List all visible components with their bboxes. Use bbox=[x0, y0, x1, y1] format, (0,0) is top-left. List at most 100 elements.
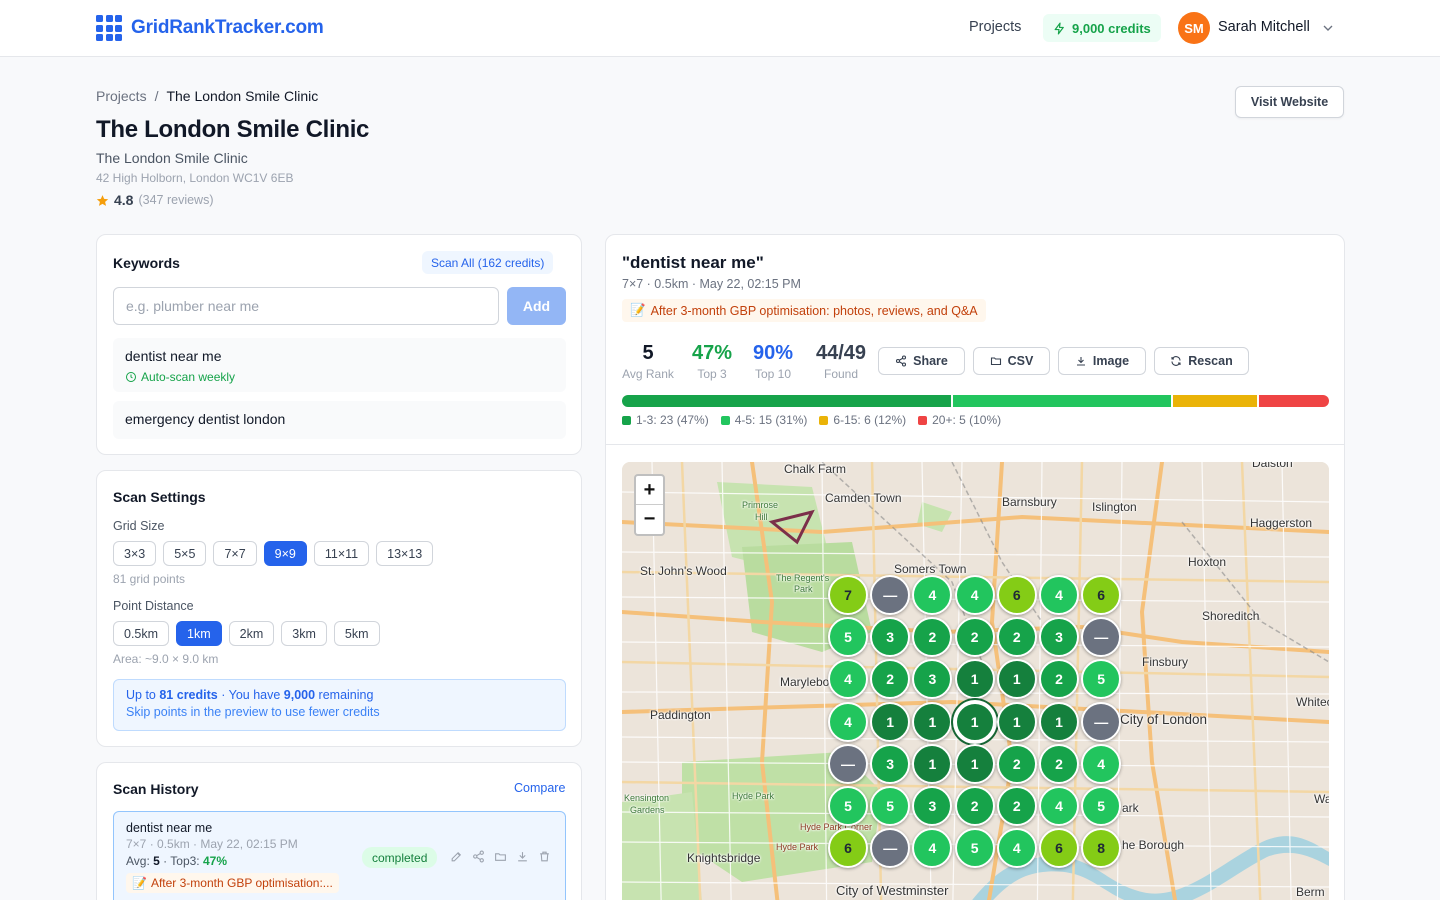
rank-pin[interactable]: 1 bbox=[996, 659, 1037, 700]
map-label: Haggerston bbox=[1250, 516, 1313, 530]
csv-button[interactable]: CSV bbox=[973, 347, 1050, 375]
keyword-item[interactable]: emergency dentist london bbox=[113, 401, 566, 439]
stat-value: 47% bbox=[691, 342, 733, 364]
grid-size-option[interactable]: 11×11 bbox=[313, 541, 370, 566]
chevron-down-icon[interactable] bbox=[1320, 20, 1336, 36]
grid-size-option[interactable]: 5×5 bbox=[163, 541, 207, 566]
keyword-input[interactable] bbox=[113, 287, 499, 325]
avatar[interactable]: SM bbox=[1178, 12, 1210, 44]
map-label: Knightsbridge bbox=[687, 851, 761, 865]
visit-website-button[interactable]: Visit Website bbox=[1235, 86, 1344, 118]
zoom-out-button[interactable]: − bbox=[636, 505, 663, 534]
distance-option[interactable]: 3km bbox=[281, 621, 327, 646]
rank-pin[interactable]: 6 bbox=[1081, 575, 1122, 615]
rank-pin[interactable]: 2 bbox=[954, 617, 995, 658]
rank-pin[interactable]: 2 bbox=[996, 786, 1037, 826]
nav-projects-link[interactable]: Projects bbox=[969, 19, 1021, 35]
legend-label: 20+: 5 (10%) bbox=[932, 413, 1002, 427]
history-item[interactable]: dentist near me 7×7 · 0.5km · May 22, 02… bbox=[113, 811, 566, 900]
grid-size-option-selected[interactable]: 9×9 bbox=[263, 541, 307, 566]
point-distance-label: Point Distance bbox=[113, 599, 194, 613]
rank-pin[interactable]: — bbox=[828, 743, 868, 784]
rank-pin[interactable]: 2 bbox=[954, 786, 995, 826]
map-label: Park bbox=[794, 584, 813, 594]
rank-pin[interactable]: 7 bbox=[828, 575, 868, 615]
credit-remaining: 9,000 bbox=[283, 688, 316, 702]
distance-option-selected[interactable]: 1km bbox=[176, 621, 222, 646]
rank-pin[interactable]: 1 bbox=[912, 701, 953, 742]
stat-label: Top 3 bbox=[697, 367, 727, 381]
breadcrumb-projects[interactable]: Projects bbox=[96, 88, 147, 104]
compare-link[interactable]: Compare bbox=[514, 781, 565, 795]
rank-pin[interactable]: 5 bbox=[828, 617, 868, 658]
rank-pin[interactable]: 1 bbox=[1039, 701, 1079, 742]
rank-pin[interactable]: 5 bbox=[1081, 786, 1122, 826]
download-icon[interactable] bbox=[516, 850, 530, 864]
map-label: City of London bbox=[1120, 712, 1208, 727]
brand-logo[interactable]: GridRankTracker.com bbox=[96, 15, 324, 41]
zoom-in-button[interactable]: + bbox=[636, 476, 663, 505]
stat-top10: 90% Top 10 bbox=[749, 341, 797, 381]
rank-pin[interactable]: — bbox=[1081, 701, 1122, 742]
stat-label: Avg Rank bbox=[622, 367, 674, 381]
distance-option[interactable]: 2km bbox=[228, 621, 275, 646]
rescan-button[interactable]: Rescan bbox=[1154, 347, 1249, 375]
history-actions bbox=[450, 850, 552, 864]
history-note-text: After 3-month GBP optimisation:... bbox=[150, 876, 333, 890]
stat-avg-rank: 5 Avg Rank bbox=[622, 341, 674, 381]
result-keyword: "dentist near me" bbox=[622, 253, 764, 272]
map-label: Whitech bbox=[1296, 695, 1329, 709]
scan-all-button[interactable]: Scan All (162 credits) bbox=[422, 251, 554, 274]
rank-grid-map[interactable]: Chalk Farm Camden Town Barnsbury Islingt… bbox=[622, 462, 1329, 900]
credit-hint: Skip points in the preview to use fewer … bbox=[126, 705, 380, 719]
rank-pin[interactable]: 1 bbox=[870, 701, 911, 742]
rank-pin[interactable]: 4 bbox=[1081, 743, 1122, 784]
keyword-text: emergency dentist london bbox=[125, 411, 286, 427]
grid-size-option[interactable]: 3×3 bbox=[113, 541, 157, 566]
rank-pin[interactable]: 6 bbox=[996, 575, 1037, 615]
rank-pin[interactable]: 1 bbox=[954, 701, 995, 742]
rank-pin[interactable]: 1 bbox=[954, 659, 995, 700]
rank-pin[interactable]: 5 bbox=[828, 786, 868, 826]
scan-history-card: Scan History Compare dentist near me 7×7… bbox=[96, 762, 582, 900]
share-button[interactable]: Share bbox=[878, 347, 965, 375]
map-label: ark bbox=[1122, 801, 1139, 815]
rank-pin[interactable]: 1 bbox=[954, 743, 995, 784]
rank-pin[interactable]: 3 bbox=[870, 743, 911, 784]
rank-pin[interactable]: 6 bbox=[828, 828, 868, 869]
share-icon[interactable] bbox=[472, 850, 486, 864]
distance-option[interactable]: 5km bbox=[333, 621, 380, 646]
status-badge: completed bbox=[362, 847, 438, 868]
grid-size-option[interactable]: 13×13 bbox=[376, 541, 434, 566]
stat-value: 90% bbox=[752, 342, 794, 364]
credits-badge[interactable]: 9,000 credits bbox=[1043, 14, 1161, 42]
result-note-text: After 3-month GBP optimisation: photos, … bbox=[650, 303, 978, 318]
user-name[interactable]: Sarah Mitchell bbox=[1218, 19, 1310, 35]
brand-name: GridRankTracker.com bbox=[131, 17, 324, 38]
csv-icon[interactable] bbox=[494, 850, 508, 864]
rank-pin[interactable]: 4 bbox=[828, 701, 868, 742]
rank-pin[interactable]: 2 bbox=[996, 617, 1037, 658]
rank-pin[interactable]: 2 bbox=[1039, 743, 1079, 784]
rank-pin[interactable]: 3 bbox=[1039, 617, 1079, 658]
rank-pin[interactable]: 4 bbox=[1039, 575, 1079, 615]
business-name: The London Smile Clinic bbox=[96, 150, 248, 166]
distance-option[interactable]: 0.5km bbox=[113, 621, 170, 646]
image-button[interactable]: Image bbox=[1058, 347, 1146, 375]
rank-pin[interactable]: 2 bbox=[996, 743, 1037, 784]
rank-pin[interactable]: 1 bbox=[996, 701, 1037, 742]
keyword-item[interactable]: dentist near me Auto-scan weekly bbox=[113, 338, 566, 392]
edit-icon[interactable] bbox=[450, 850, 464, 864]
rank-pin[interactable]: — bbox=[870, 575, 911, 615]
rank-pin[interactable]: 4 bbox=[996, 828, 1037, 869]
rank-pin[interactable]: 5 bbox=[870, 786, 911, 826]
rank-pin[interactable]: 4 bbox=[1039, 786, 1079, 826]
rank-pin[interactable]: 1 bbox=[912, 743, 953, 784]
trash-icon[interactable] bbox=[538, 850, 552, 864]
add-keyword-button[interactable]: Add bbox=[507, 287, 566, 325]
grid-size-option[interactable]: 7×7 bbox=[213, 541, 257, 566]
stat-top3: 47% Top 3 bbox=[688, 341, 736, 381]
rank-pin[interactable]: 4 bbox=[954, 575, 995, 615]
rank-pin[interactable]: 5 bbox=[954, 828, 995, 869]
rank-pin[interactable]: 6 bbox=[1039, 828, 1079, 869]
